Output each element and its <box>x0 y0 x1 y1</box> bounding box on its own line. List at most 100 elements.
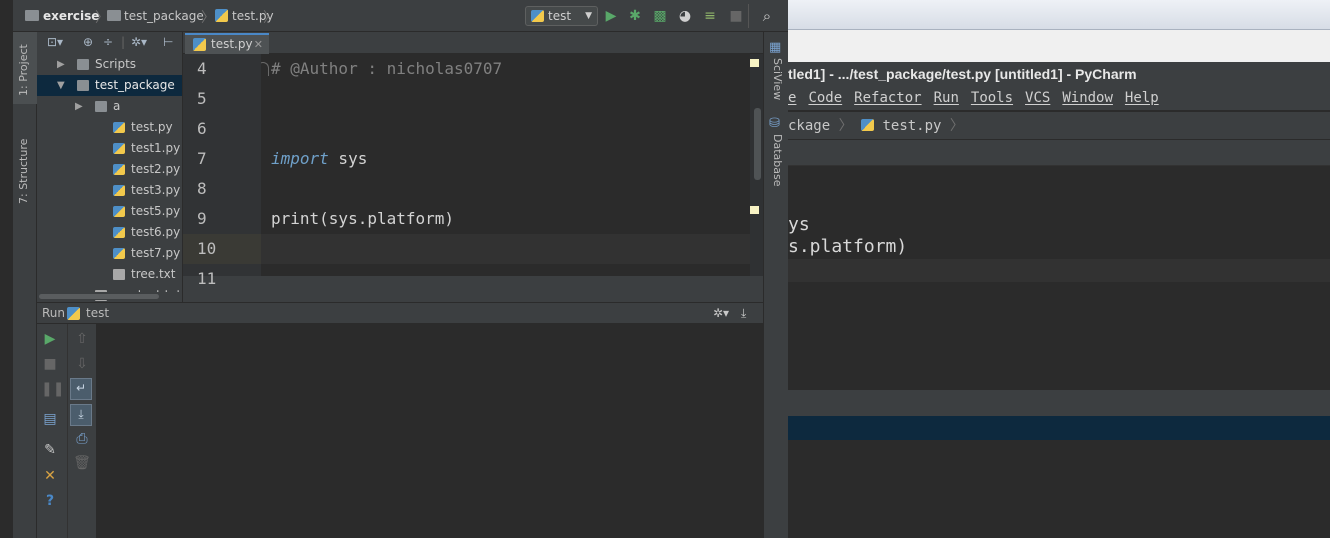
code-line[interactable] <box>261 84 763 114</box>
hide-panel-icon[interactable]: ⤓ <box>741 303 746 323</box>
background-current-line-band <box>788 259 1330 282</box>
tab-structure[interactable]: 7: Structure <box>13 122 37 204</box>
breadcrumb-package[interactable]: test_package <box>124 8 204 24</box>
background-menu-item[interactable]: Window <box>1062 86 1113 110</box>
help-icon[interactable]: ? <box>41 492 59 510</box>
run-panel-config[interactable]: test <box>86 303 109 323</box>
concurrency-icon[interactable]: ≡ <box>701 7 719 25</box>
python-icon <box>531 10 544 22</box>
tab-test-py[interactable]: test.py ✕ <box>185 33 269 54</box>
background-pycharm-window: tled1] - .../test_package/test.py [untit… <box>788 0 1330 538</box>
code-line[interactable]: print(sys.platform) <box>261 204 763 234</box>
stop-icon[interactable]: ■ <box>41 355 59 373</box>
editor-vertical-scrollbar[interactable] <box>754 108 761 180</box>
search-icon[interactable]: ⌕ <box>758 7 776 25</box>
code-editor[interactable]: # @Author : nicholas0707 import sys print(… <box>261 54 763 276</box>
tree-item[interactable]: test3.py <box>37 180 182 201</box>
gear-icon[interactable]: ✲▾ <box>713 303 729 323</box>
run-configuration-label: test <box>548 9 572 23</box>
background-breadcrumb-package[interactable]: ckage <box>788 118 830 134</box>
collapse-all-icon[interactable]: ÷ <box>103 35 113 49</box>
print-icon[interactable]: ⎙ <box>73 430 91 448</box>
run-toolbar: ▶ ■ ❚❚ ▤ ✎ ✕ ? ⇧ ⇩ ↵ ⤓ ⎙ 🗑 <box>37 324 97 538</box>
collapse-arrow-icon[interactable]: ▶ <box>75 96 83 117</box>
close-icon[interactable]: ✕ <box>254 36 263 54</box>
python-file-icon <box>113 185 125 196</box>
background-window-top-bar <box>788 0 1330 30</box>
code-line[interactable] <box>261 114 763 144</box>
tree-item[interactable]: ▼ test_package <box>37 75 182 96</box>
rerun-icon[interactable]: ▶ <box>41 330 59 348</box>
line-number: 7 <box>197 149 207 168</box>
debug-icon[interactable]: ✱ <box>626 7 644 25</box>
background-menu-item[interactable]: Tools <box>971 86 1013 110</box>
tree-item[interactable]: test5.py <box>37 201 182 222</box>
tree-item-label: test1.py <box>131 141 181 155</box>
scroll-from-source-icon[interactable]: ⊕ <box>83 35 93 49</box>
close-icon[interactable]: ✕ <box>41 467 59 485</box>
breadcrumb-project[interactable]: exercise <box>43 8 99 24</box>
window-edge <box>0 0 13 538</box>
gear-icon[interactable]: ✲▾ <box>131 35 147 49</box>
warning-marker[interactable] <box>750 59 759 67</box>
project-toolbar: ⊡▾ ⊕ ÷ | ✲▾ ⊢ <box>37 32 182 54</box>
view-mode-icon[interactable]: ⊡▾ <box>47 35 63 49</box>
pin-icon[interactable]: ✎ <box>41 441 59 459</box>
line-number: 10 <box>197 234 227 264</box>
down-arrow-icon[interactable]: ⇩ <box>73 355 91 373</box>
run-console-output[interactable] <box>97 324 763 538</box>
background-menu-item[interactable]: Code <box>808 86 842 110</box>
warning-marker[interactable] <box>750 206 759 214</box>
tab-project[interactable]: 1: Project <box>13 32 37 104</box>
background-menu-item[interactable]: e <box>788 86 796 110</box>
tree-item[interactable]: test6.py <box>37 222 182 243</box>
up-arrow-icon[interactable]: ⇧ <box>73 330 91 348</box>
code-line[interactable]: # @Author : nicholas0707 <box>261 54 763 84</box>
background-menu-item[interactable]: Run <box>934 86 959 110</box>
tab-database[interactable]: Database <box>766 134 788 214</box>
code-line[interactable]: import sys <box>261 144 763 174</box>
background-window-title: tled1] - .../test_package/test.py [untit… <box>788 62 1330 86</box>
expand-arrow-icon[interactable]: ▼ <box>57 75 65 96</box>
navigation-bar: exercise 〉 test_package 〉 test.py 〉 test… <box>13 0 788 32</box>
tree-item-label: test6.py <box>131 225 181 239</box>
coverage-icon[interactable]: ▩ <box>651 7 669 25</box>
collapse-arrow-icon[interactable]: ▶ <box>57 54 65 75</box>
background-menu-item[interactable]: Refactor <box>854 86 921 110</box>
breadcrumb-separator: 〉 <box>263 10 277 26</box>
trash-icon[interactable]: 🗑 <box>73 454 91 472</box>
code-line[interactable] <box>261 264 763 276</box>
run-panel-title: Run <box>42 306 66 320</box>
tree-item[interactable]: test2.py <box>37 159 182 180</box>
code-line[interactable] <box>261 234 763 264</box>
project-horizontal-scrollbar[interactable] <box>37 292 182 300</box>
background-menu-item[interactable]: Help <box>1125 86 1159 110</box>
tree-item[interactable]: ▶ a <box>37 96 182 117</box>
background-breadcrumb-file[interactable]: test.py <box>882 118 941 134</box>
line-number: 11 <box>197 269 217 288</box>
python-file-icon <box>193 38 206 51</box>
database-icon: ⛁ <box>769 116 780 131</box>
line-number: 8 <box>197 179 207 198</box>
restore-layout-icon[interactable]: ▤ <box>41 410 59 428</box>
tree-item[interactable]: test.py <box>37 117 182 138</box>
fold-marker-icon[interactable] <box>261 62 269 76</box>
background-code-line: ys <box>788 214 810 235</box>
background-tab-bar <box>788 140 1330 166</box>
hide-icon[interactable]: ⊢ <box>163 35 173 49</box>
code-text: print(sys.platform) <box>271 209 455 228</box>
scroll-to-end-icon[interactable]: ⤓ <box>70 404 92 426</box>
line-number: 5 <box>197 89 207 108</box>
run-configuration-dropdown[interactable]: test ▼ <box>525 6 598 26</box>
profile-icon[interactable]: ◕ <box>676 7 694 25</box>
code-line[interactable] <box>261 174 763 204</box>
background-menu-item[interactable]: VCS <box>1025 86 1050 110</box>
pause-icon[interactable]: ❚❚ <box>41 380 64 398</box>
tree-item[interactable]: tree.txt <box>37 264 182 285</box>
run-icon[interactable]: ▶ <box>602 7 620 25</box>
stop-icon[interactable]: ■ <box>727 7 745 25</box>
tree-item[interactable]: ▶ Scripts <box>37 54 182 75</box>
soft-wrap-icon[interactable]: ↵ <box>70 378 92 400</box>
tree-item[interactable]: test1.py <box>37 138 182 159</box>
tree-item[interactable]: test7.py <box>37 243 182 264</box>
